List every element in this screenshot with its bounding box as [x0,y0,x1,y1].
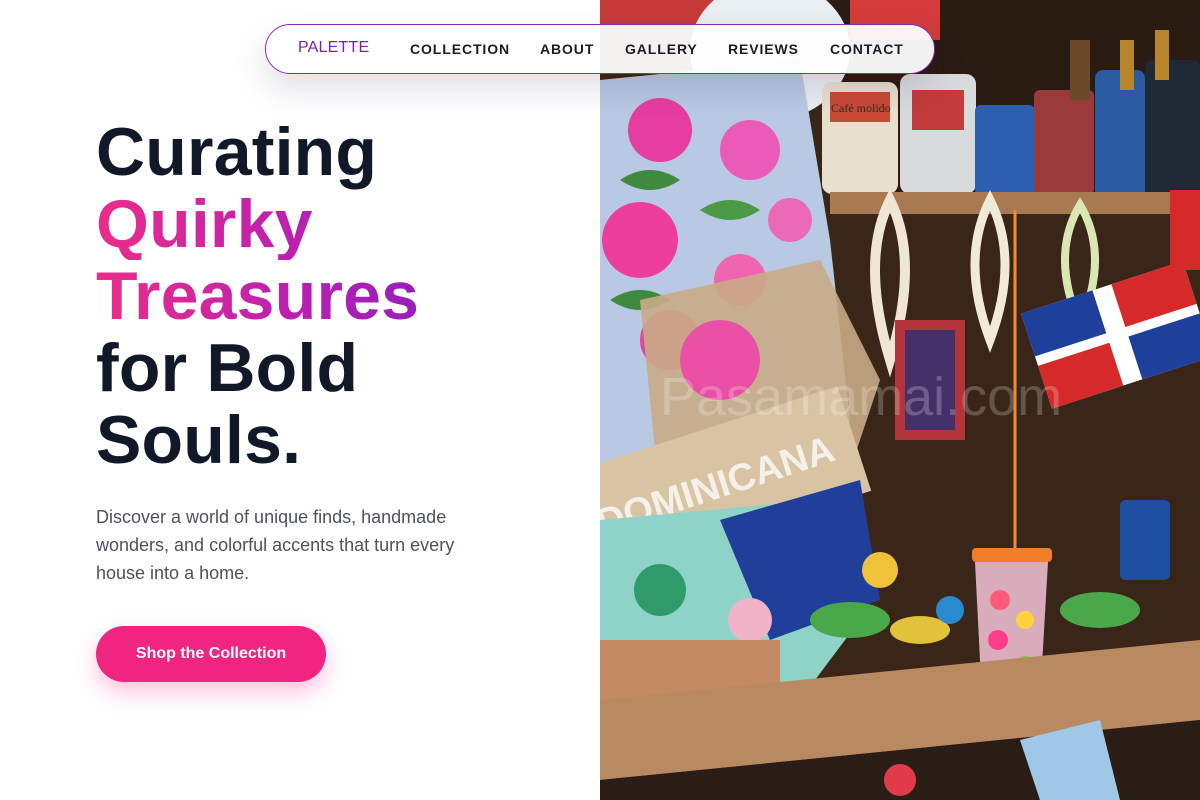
hero-description: Discover a world of unique finds, handma… [96,507,455,583]
shop-collection-button[interactable]: Shop the Collection [96,626,326,682]
nav-link-gallery[interactable]: GALLERY [625,41,698,57]
hero-heading-line-1: Curating [96,114,378,190]
nav-link-collection[interactable]: COLLECTION [410,41,510,57]
hero-heading-line-2: Quirky [96,188,576,260]
photo-watermark: Pasamamai.com [660,367,1062,427]
top-navigation: PALETTE COLLECTION ABOUT GALLERY REVIEWS… [265,24,935,74]
hero-market-photo: Café molido DOMINICANA Pasamamai.com [600,0,1200,800]
nav-link-about[interactable]: ABOUT [540,41,594,57]
nav-link-reviews[interactable]: REVIEWS [728,41,799,57]
jar-label: Café molido [831,101,891,115]
hero-heading: Curating Quirky Treasures for Bold Souls… [96,116,576,476]
nav-link-contact[interactable]: CONTACT [830,41,904,57]
hero-heading-line-5: Souls. [96,402,302,478]
hero-heading-line-3: Treasures [96,260,576,332]
page: Café molido DOMINICANA Pasamamai.com PAL… [0,0,1200,800]
hero-heading-line-4: for Bold [96,330,359,406]
brand-logo[interactable]: PALETTE [298,39,369,57]
